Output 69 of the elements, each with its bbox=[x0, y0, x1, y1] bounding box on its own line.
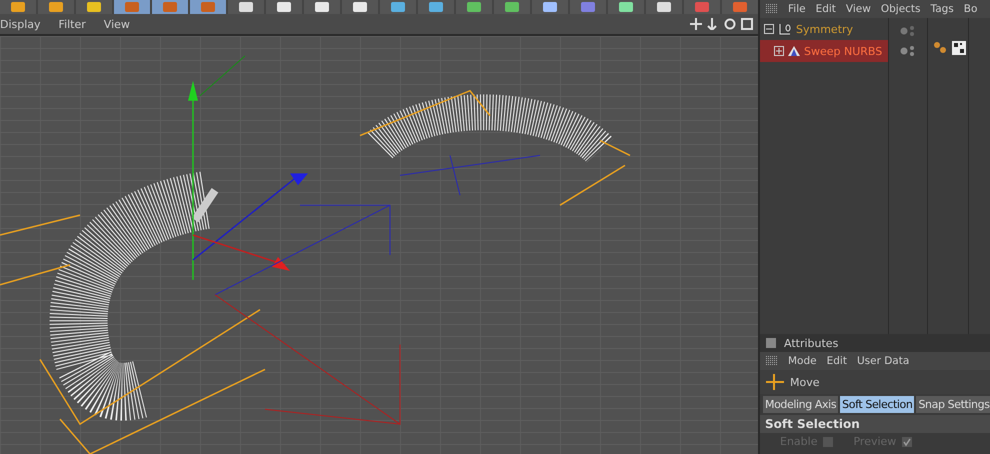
toolbar-button[interactable] bbox=[0, 0, 36, 14]
tree-toggle-icon[interactable] bbox=[764, 24, 774, 34]
toolbar-button[interactable] bbox=[608, 0, 644, 14]
menu-item[interactable]: Objects bbox=[880, 3, 921, 15]
menu-item[interactable]: Edit bbox=[816, 3, 836, 15]
toolbar-button[interactable] bbox=[304, 0, 340, 14]
object-row[interactable]: Sweep NURBS bbox=[760, 40, 888, 62]
tool-icon bbox=[353, 2, 367, 12]
tool-icon bbox=[49, 2, 63, 12]
menu-item[interactable]: Display bbox=[0, 18, 41, 30]
toolbar-button[interactable] bbox=[266, 0, 302, 14]
tool-icon bbox=[695, 2, 709, 12]
object-row[interactable]: Symmetry bbox=[760, 18, 888, 40]
tool-icon bbox=[657, 2, 671, 12]
view-navigation-icon[interactable] bbox=[690, 18, 754, 30]
tool-icon bbox=[505, 2, 519, 12]
tool-icon bbox=[429, 2, 443, 12]
checker-material-icon[interactable] bbox=[952, 41, 966, 55]
toolbar-button[interactable] bbox=[456, 0, 492, 14]
tab[interactable]: Modeling Axis bbox=[763, 396, 838, 413]
tree-toggle-icon[interactable] bbox=[774, 46, 784, 56]
menu-item[interactable]: Filter bbox=[58, 18, 86, 30]
tool-icon bbox=[391, 2, 405, 12]
object-name: Sweep NURBS bbox=[804, 44, 882, 58]
3d-viewport[interactable] bbox=[0, 36, 758, 454]
toolbar-button[interactable] bbox=[418, 0, 454, 14]
axis-line bbox=[200, 55, 246, 96]
tool-icon bbox=[733, 2, 747, 12]
section-header: Soft Selection bbox=[760, 415, 990, 433]
toolbar-button[interactable] bbox=[342, 0, 378, 14]
tool-icon bbox=[467, 2, 481, 12]
tab[interactable]: Soft Selection bbox=[840, 396, 914, 413]
menu-item[interactable]: Tags bbox=[930, 3, 954, 15]
tool-icon bbox=[277, 2, 291, 12]
tool-icon bbox=[11, 2, 25, 12]
panel-title: Attributes bbox=[784, 336, 838, 350]
tab[interactable]: Snap Settings bbox=[916, 396, 990, 413]
tool-icon bbox=[201, 2, 215, 12]
menu-item[interactable]: File bbox=[788, 3, 806, 15]
panel-grip-icon[interactable] bbox=[766, 4, 778, 14]
menu-item[interactable]: View bbox=[104, 18, 130, 30]
move-tool-icon bbox=[766, 374, 784, 390]
tool-icon bbox=[581, 2, 595, 12]
checkbox[interactable] bbox=[902, 436, 912, 446]
tool-icon bbox=[543, 2, 557, 12]
tool-name: Move bbox=[790, 376, 820, 388]
toolbar-button[interactable] bbox=[494, 0, 530, 14]
panel-grip-icon[interactable] bbox=[766, 356, 778, 366]
symmetry-object-icon bbox=[777, 23, 793, 35]
tool-icon bbox=[619, 2, 633, 12]
menu-item[interactable]: Edit bbox=[826, 355, 847, 367]
panel-icon bbox=[766, 338, 776, 348]
tool-icon bbox=[87, 2, 101, 12]
toolbar-button[interactable] bbox=[228, 0, 264, 14]
menu-item[interactable]: Bo bbox=[964, 3, 978, 15]
toolbar-button[interactable] bbox=[38, 0, 74, 14]
menu-item[interactable]: User Data bbox=[856, 355, 910, 367]
menu-item[interactable]: Mode bbox=[788, 355, 817, 367]
menu-item[interactable]: View bbox=[846, 3, 871, 15]
toolbar-button[interactable] bbox=[532, 0, 568, 14]
toolbar-button[interactable] bbox=[380, 0, 416, 14]
tool-icon bbox=[163, 2, 177, 12]
toolbar-button[interactable] bbox=[646, 0, 682, 14]
object-name: Symmetry bbox=[796, 22, 854, 36]
toolbar-button[interactable] bbox=[76, 0, 112, 14]
tool-icon bbox=[315, 2, 329, 12]
tool-icon bbox=[125, 2, 139, 12]
sweep-object-icon bbox=[787, 45, 801, 57]
tool-icon bbox=[239, 2, 253, 12]
